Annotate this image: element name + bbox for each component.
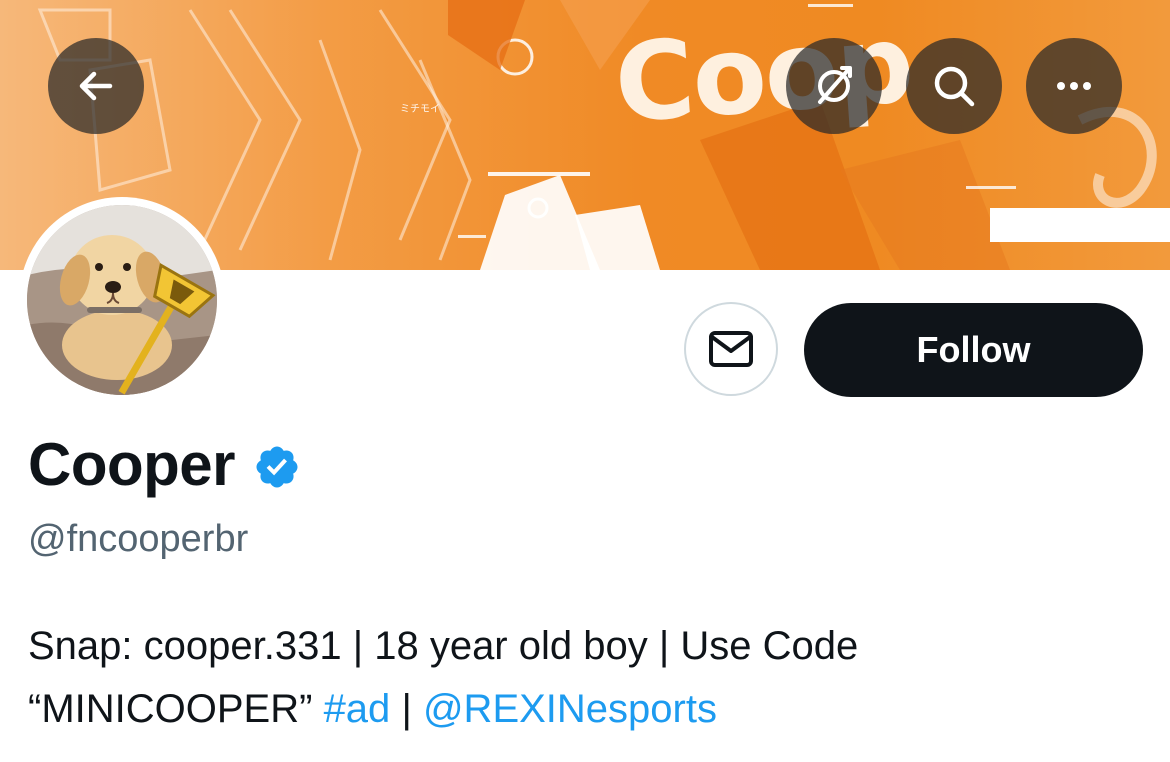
bio-line-2: “MINICOOPER” #ad | @REXINesports <box>28 678 1148 741</box>
hashtag-link[interactable]: #ad <box>324 687 391 731</box>
message-button[interactable] <box>684 302 778 396</box>
svg-text:ミチモイ: ミチモイ <box>400 103 440 115</box>
profile-handle: @fncooperbr <box>28 518 249 560</box>
mention-link[interactable]: @REXINesports <box>423 687 717 731</box>
verified-badge-icon[interactable] <box>253 443 301 491</box>
display-name: Cooper <box>28 431 236 498</box>
envelope-icon <box>709 331 753 367</box>
more-button[interactable] <box>1026 38 1122 134</box>
profile-bio: Snap: cooper.331 | 18 year old boy | Use… <box>28 615 1148 741</box>
bio-separator: | <box>401 687 412 731</box>
back-arrow-icon <box>79 71 113 101</box>
bio-code-text: “MINICOOPER” <box>28 687 313 731</box>
search-button[interactable] <box>906 38 1002 134</box>
notifications-toggle-button[interactable] <box>786 38 882 134</box>
profile-name-row: Cooper <box>28 430 301 499</box>
search-icon <box>934 66 975 107</box>
avatar-golden-retriever-puppy <box>27 205 217 395</box>
bio-line-1: Snap: cooper.331 | 18 year old boy | Use… <box>28 624 859 668</box>
slashed-circle-icon <box>818 66 852 104</box>
avatar-image <box>27 205 217 395</box>
back-button[interactable] <box>48 38 144 134</box>
more-dots-icon <box>1057 82 1091 90</box>
profile-avatar[interactable] <box>19 197 225 403</box>
follow-button[interactable]: Follow <box>804 303 1143 397</box>
